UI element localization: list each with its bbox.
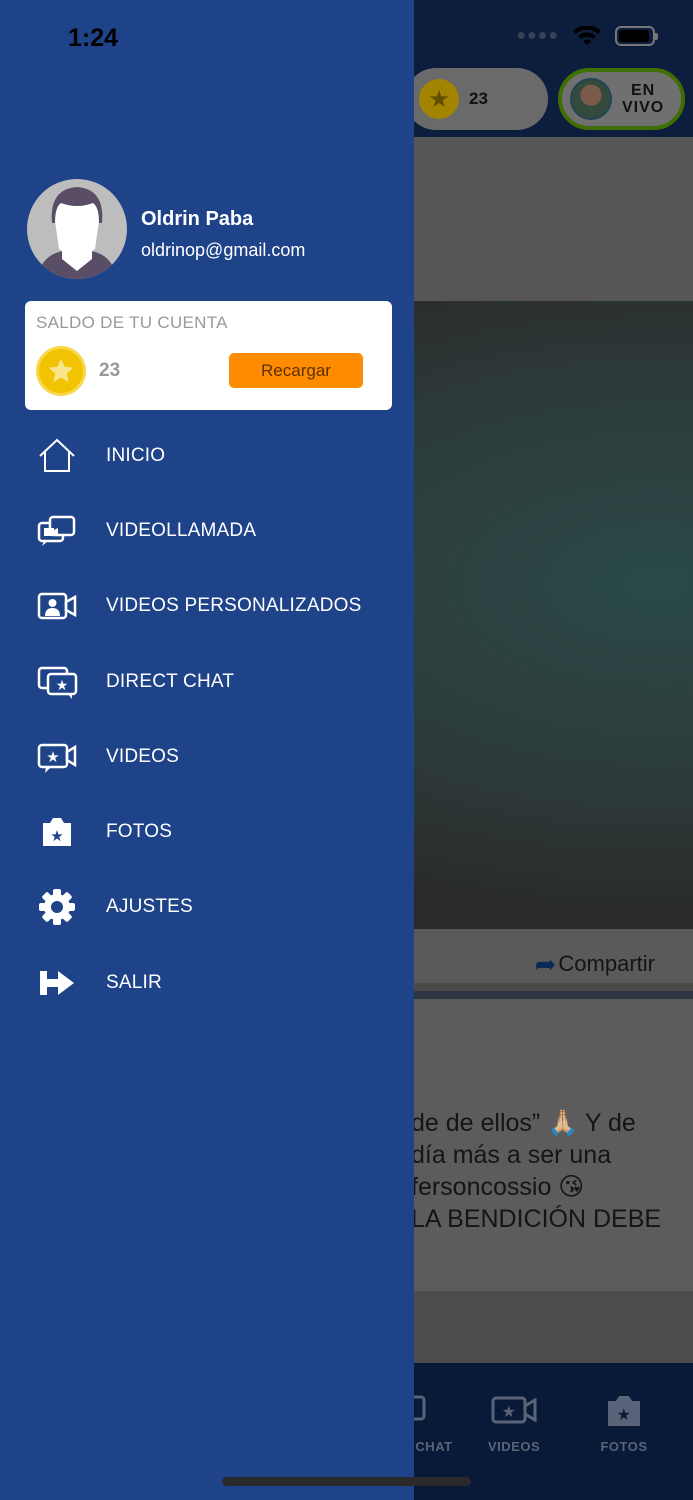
tab-fotos[interactable]: ★ FOTOS <box>600 1393 648 1454</box>
video-call-icon <box>36 511 78 551</box>
menu-item-direct-chat[interactable]: ★ DIRECT CHAT <box>0 644 414 719</box>
status-icons: ●●●● <box>516 26 658 46</box>
menu-item-label: DIRECT CHAT <box>106 670 235 692</box>
menu-item-label: FOTOS <box>106 821 173 843</box>
tab-chat-label: CHAT <box>415 1439 453 1454</box>
menu-item-label: INICIO <box>106 444 166 466</box>
share-label: Compartir <box>558 951 655 976</box>
live-label: EN VIVO <box>622 82 664 116</box>
balance-value: 23 <box>99 360 121 381</box>
chat-star-icon: ★ <box>36 662 78 702</box>
coin-icon: ★ <box>419 79 459 119</box>
video-star-icon: ★ <box>36 737 78 777</box>
home-icon <box>36 436 78 476</box>
status-time: 1:24 <box>68 24 119 52</box>
home-indicator <box>222 1477 471 1486</box>
live-label-line1: EN <box>631 82 656 99</box>
coin-icon <box>36 346 86 396</box>
svg-text:★: ★ <box>502 1404 517 1421</box>
wifi-icon <box>573 26 601 45</box>
svg-text:★: ★ <box>50 828 63 845</box>
live-avatar <box>570 78 612 120</box>
svg-text:★: ★ <box>46 749 59 766</box>
menu-item-inicio[interactable]: INICIO <box>0 418 414 493</box>
coin-balance-pill[interactable]: ★ 23 <box>405 68 548 130</box>
chat-star-icon <box>410 1395 426 1421</box>
user-silhouette-icon <box>37 187 117 279</box>
coin-count: 23 <box>469 89 488 108</box>
logout-icon <box>36 963 78 1003</box>
camera-star-icon: ★ <box>36 812 78 852</box>
user-email: oldrinop@gmail.com <box>141 240 306 260</box>
tab-videos[interactable]: ★ VIDEOS <box>488 1393 540 1454</box>
balance-title: SALDO DE TU CUENTA <box>36 313 228 332</box>
live-button[interactable]: EN VIVO <box>558 68 685 130</box>
video-star-icon: ★ <box>491 1396 537 1424</box>
menu-item-label: VIDEOS <box>106 745 179 767</box>
star-icon <box>48 358 74 383</box>
live-label-line2: VIVO <box>622 99 665 116</box>
recharge-button[interactable]: Recargar <box>229 353 363 388</box>
menu-item-videos[interactable]: ★ VIDEOS <box>0 719 414 794</box>
avatar[interactable] <box>27 179 127 279</box>
menu-item-videollamada[interactable]: VIDEOLLAMADA <box>0 493 414 568</box>
tab-chat[interactable]: CHAT <box>410 1393 458 1454</box>
tab-fotos-label: FOTOS <box>600 1439 648 1454</box>
tab-videos-label: VIDEOS <box>488 1439 541 1454</box>
menu-item-label: VIDEOS PERSONALIZADOS <box>106 595 362 617</box>
battery-icon <box>615 26 658 46</box>
menu-item-videos-personalizados[interactable]: VIDEOS PERSONALIZADOS <box>0 569 414 644</box>
user-name: Oldrin Paba <box>141 208 254 230</box>
personal-video-icon <box>36 586 78 626</box>
svg-text:★: ★ <box>56 677 69 693</box>
menu-item-label: SALIR <box>106 971 162 993</box>
signal-icon: ●●●● <box>516 27 559 44</box>
share-arrow-icon: ➦ <box>534 949 557 979</box>
gear-icon <box>36 887 78 927</box>
share-button[interactable]: ➦ Compartir <box>535 951 655 977</box>
menu-item-label: VIDEOLLAMADA <box>106 519 257 541</box>
svg-text:★: ★ <box>617 1407 632 1424</box>
menu-item-label: AJUSTES <box>106 896 193 918</box>
side-drawer: 1:24 Oldrin Paba oldrinop@gmail.com SALD… <box>0 0 414 1500</box>
menu-item-salir[interactable]: SALIR <box>0 945 414 1020</box>
camera-star-icon: ★ <box>608 1396 640 1426</box>
menu-item-fotos[interactable]: ★ FOTOS <box>0 794 414 869</box>
drawer-menu: INICIO VIDEOLLAMADA VIDEOS PERSONALIZADO… <box>0 418 414 1020</box>
balance-card: SALDO DE TU CUENTA 23 Recargar <box>25 301 392 410</box>
menu-item-ajustes[interactable]: AJUSTES <box>0 870 414 945</box>
post-caption: de de ellos” 🙏🏼 Y de día más a ser una f… <box>411 1109 662 1233</box>
